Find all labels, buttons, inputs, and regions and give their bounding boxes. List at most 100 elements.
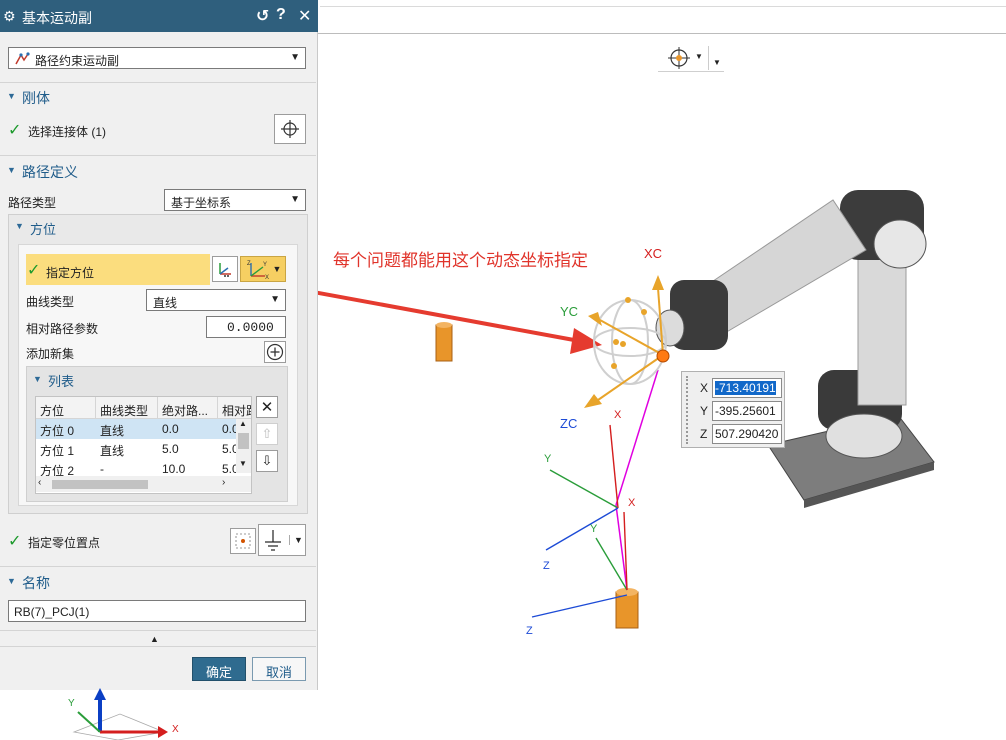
- column-header[interactable]: 相对路: [218, 397, 251, 419]
- table-row[interactable]: 方位 0 直线 0.0 0.0: [36, 419, 236, 439]
- xc-label: XC: [644, 246, 662, 261]
- collapse-triangle-icon: ▼: [7, 165, 16, 175]
- up-arrow-icon: ⇧: [261, 426, 273, 441]
- table-cell: 直线: [100, 444, 125, 458]
- annotation-arrowhead: [570, 328, 602, 354]
- param-label: 相对路径参数: [26, 322, 99, 336]
- move-up-button[interactable]: ⇧: [256, 423, 278, 445]
- curve-type-value: 直线: [153, 296, 178, 310]
- plus-circle-icon: [266, 343, 284, 361]
- axis-y-label: Y: [544, 453, 552, 465]
- horizontal-scrollbar[interactable]: ‹ ›: [36, 476, 251, 492]
- x-label: X: [700, 381, 709, 395]
- ground-dropdown[interactable]: ▼: [258, 524, 306, 556]
- vertical-scrollbar[interactable]: ▲ ▼: [236, 419, 251, 473]
- close-icon[interactable]: ✕: [298, 6, 311, 26]
- svg-text:Z: Z: [247, 261, 251, 267]
- ok-button[interactable]: 确定: [192, 657, 246, 681]
- column-header[interactable]: 方位: [36, 397, 96, 419]
- select-body-button[interactable]: [274, 114, 306, 144]
- help-icon[interactable]: ?: [276, 6, 286, 24]
- chevron-down-icon: ▼: [290, 194, 300, 205]
- svg-text:Y: Y: [263, 262, 267, 268]
- add-set-label: 添加新集: [26, 347, 75, 361]
- path-joint-icon: [15, 52, 30, 65]
- section-title: 刚体: [22, 90, 50, 106]
- section-list[interactable]: ▼ 列表: [26, 369, 342, 391]
- add-set-button[interactable]: [264, 341, 286, 363]
- path-type-select[interactable]: 基于坐标系 ▼: [164, 189, 306, 211]
- divider: [0, 630, 316, 631]
- dynamic-csys-dropdown[interactable]: Z Y X ▼: [240, 256, 286, 282]
- point-icon: [235, 533, 251, 549]
- column-header[interactable]: 绝对路...: [158, 397, 218, 419]
- table-cell: 直线: [100, 424, 125, 438]
- orange-cylinder: [435, 324, 453, 362]
- section-orientation[interactable]: ▼ 方位: [8, 216, 324, 238]
- delete-icon: ✕: [260, 399, 274, 416]
- table-cell: 5.0: [222, 442, 236, 456]
- table-cell: 0.0: [162, 422, 179, 436]
- joint-type-value: 路径约束运动副: [35, 54, 120, 68]
- csys-dialog-button[interactable]: [212, 256, 238, 282]
- zc-label: ZC: [560, 416, 577, 431]
- scroll-thumb[interactable]: [52, 480, 148, 489]
- section-rigid-body[interactable]: ▼ 刚体: [0, 86, 316, 108]
- reset-icon[interactable]: ↺: [256, 6, 269, 26]
- triad-x-label: X: [172, 724, 179, 735]
- dialog-titlebar: ⚙ 基本运动副 ↺ ? ✕: [0, 0, 318, 32]
- axis-z-label: Z: [543, 560, 550, 572]
- chevron-down-icon: ▼: [270, 294, 280, 305]
- scroll-left-icon: ‹: [38, 477, 42, 488]
- svg-text:X: X: [265, 275, 269, 279]
- table-cell: -: [100, 462, 104, 476]
- path-type-label: 路径类型: [8, 196, 57, 210]
- path-type-value: 基于坐标系: [171, 196, 232, 210]
- section-name[interactable]: ▼ 名称: [0, 571, 316, 593]
- axis-z-label: Z: [526, 625, 533, 637]
- scroll-up-icon: ▲: [239, 419, 247, 428]
- y-coordinate-input[interactable]: -395.25601: [712, 401, 782, 421]
- table-cell: 5.0: [222, 462, 236, 476]
- gear-icon: ⚙: [3, 8, 16, 24]
- table-cell: 10.0: [162, 462, 186, 476]
- section-path-definition[interactable]: ▼ 路径定义: [0, 160, 316, 182]
- check-icon: ✓: [8, 533, 22, 550]
- delete-row-button[interactable]: ✕: [256, 396, 278, 418]
- yc-label: YC: [560, 304, 578, 319]
- scene-graphics: Y X Z Y X Z XC YC ZC: [318, 190, 935, 637]
- point-dialog-button[interactable]: [230, 528, 256, 554]
- x-coordinate-input[interactable]: -713.40191: [712, 378, 782, 398]
- scroll-thumb[interactable]: [238, 433, 249, 449]
- name-value: RB(7)_PCJ(1): [14, 605, 90, 619]
- chevron-down-icon: ▼: [290, 52, 300, 63]
- csys-icon: [219, 263, 231, 277]
- select-body-label: 选择连接体 (1): [28, 125, 107, 139]
- axis-x-label: X: [628, 497, 636, 509]
- dialog-title: 基本运动副: [22, 10, 92, 26]
- motion-joint-dialog: ⚙ 基本运动副 ↺ ? ✕ 路径约束运动副 ▼ ▼ 刚体 ✓ 选择连接体 (1)…: [0, 0, 318, 690]
- move-down-button[interactable]: ⇩: [256, 450, 278, 472]
- section-title: 名称: [22, 575, 50, 591]
- z-coordinate-input[interactable]: 507.290420: [712, 424, 782, 444]
- y-label: Y: [700, 404, 709, 418]
- joint-type-select[interactable]: 路径约束运动副 ▼: [8, 47, 306, 69]
- param-input[interactable]: 0.0000: [206, 316, 286, 338]
- column-header[interactable]: 曲线类型: [96, 397, 158, 419]
- ground-icon: [265, 530, 282, 551]
- zero-point-label: 指定零位置点: [28, 536, 101, 550]
- divider: [0, 566, 316, 567]
- collapse-triangle-icon: ▼: [15, 221, 24, 231]
- name-input[interactable]: RB(7)_PCJ(1): [8, 600, 306, 622]
- cancel-button[interactable]: 取消: [252, 657, 306, 681]
- orange-cylinder-top: [436, 322, 452, 328]
- divider: [0, 82, 316, 83]
- collapse-triangle-icon: ▼: [7, 576, 16, 586]
- triad-y-label: Y: [68, 698, 75, 709]
- robot-shoulder-cap: [873, 219, 927, 269]
- collapse-triangle-icon: ▼: [7, 91, 16, 101]
- curve-type-select[interactable]: 直线 ▼: [146, 289, 286, 311]
- table-row[interactable]: 方位 1 直线 5.0 5.0: [36, 439, 236, 459]
- chevron-down-icon: ▼: [272, 264, 282, 274]
- collapse-dialog-icon[interactable]: ▲: [150, 634, 159, 644]
